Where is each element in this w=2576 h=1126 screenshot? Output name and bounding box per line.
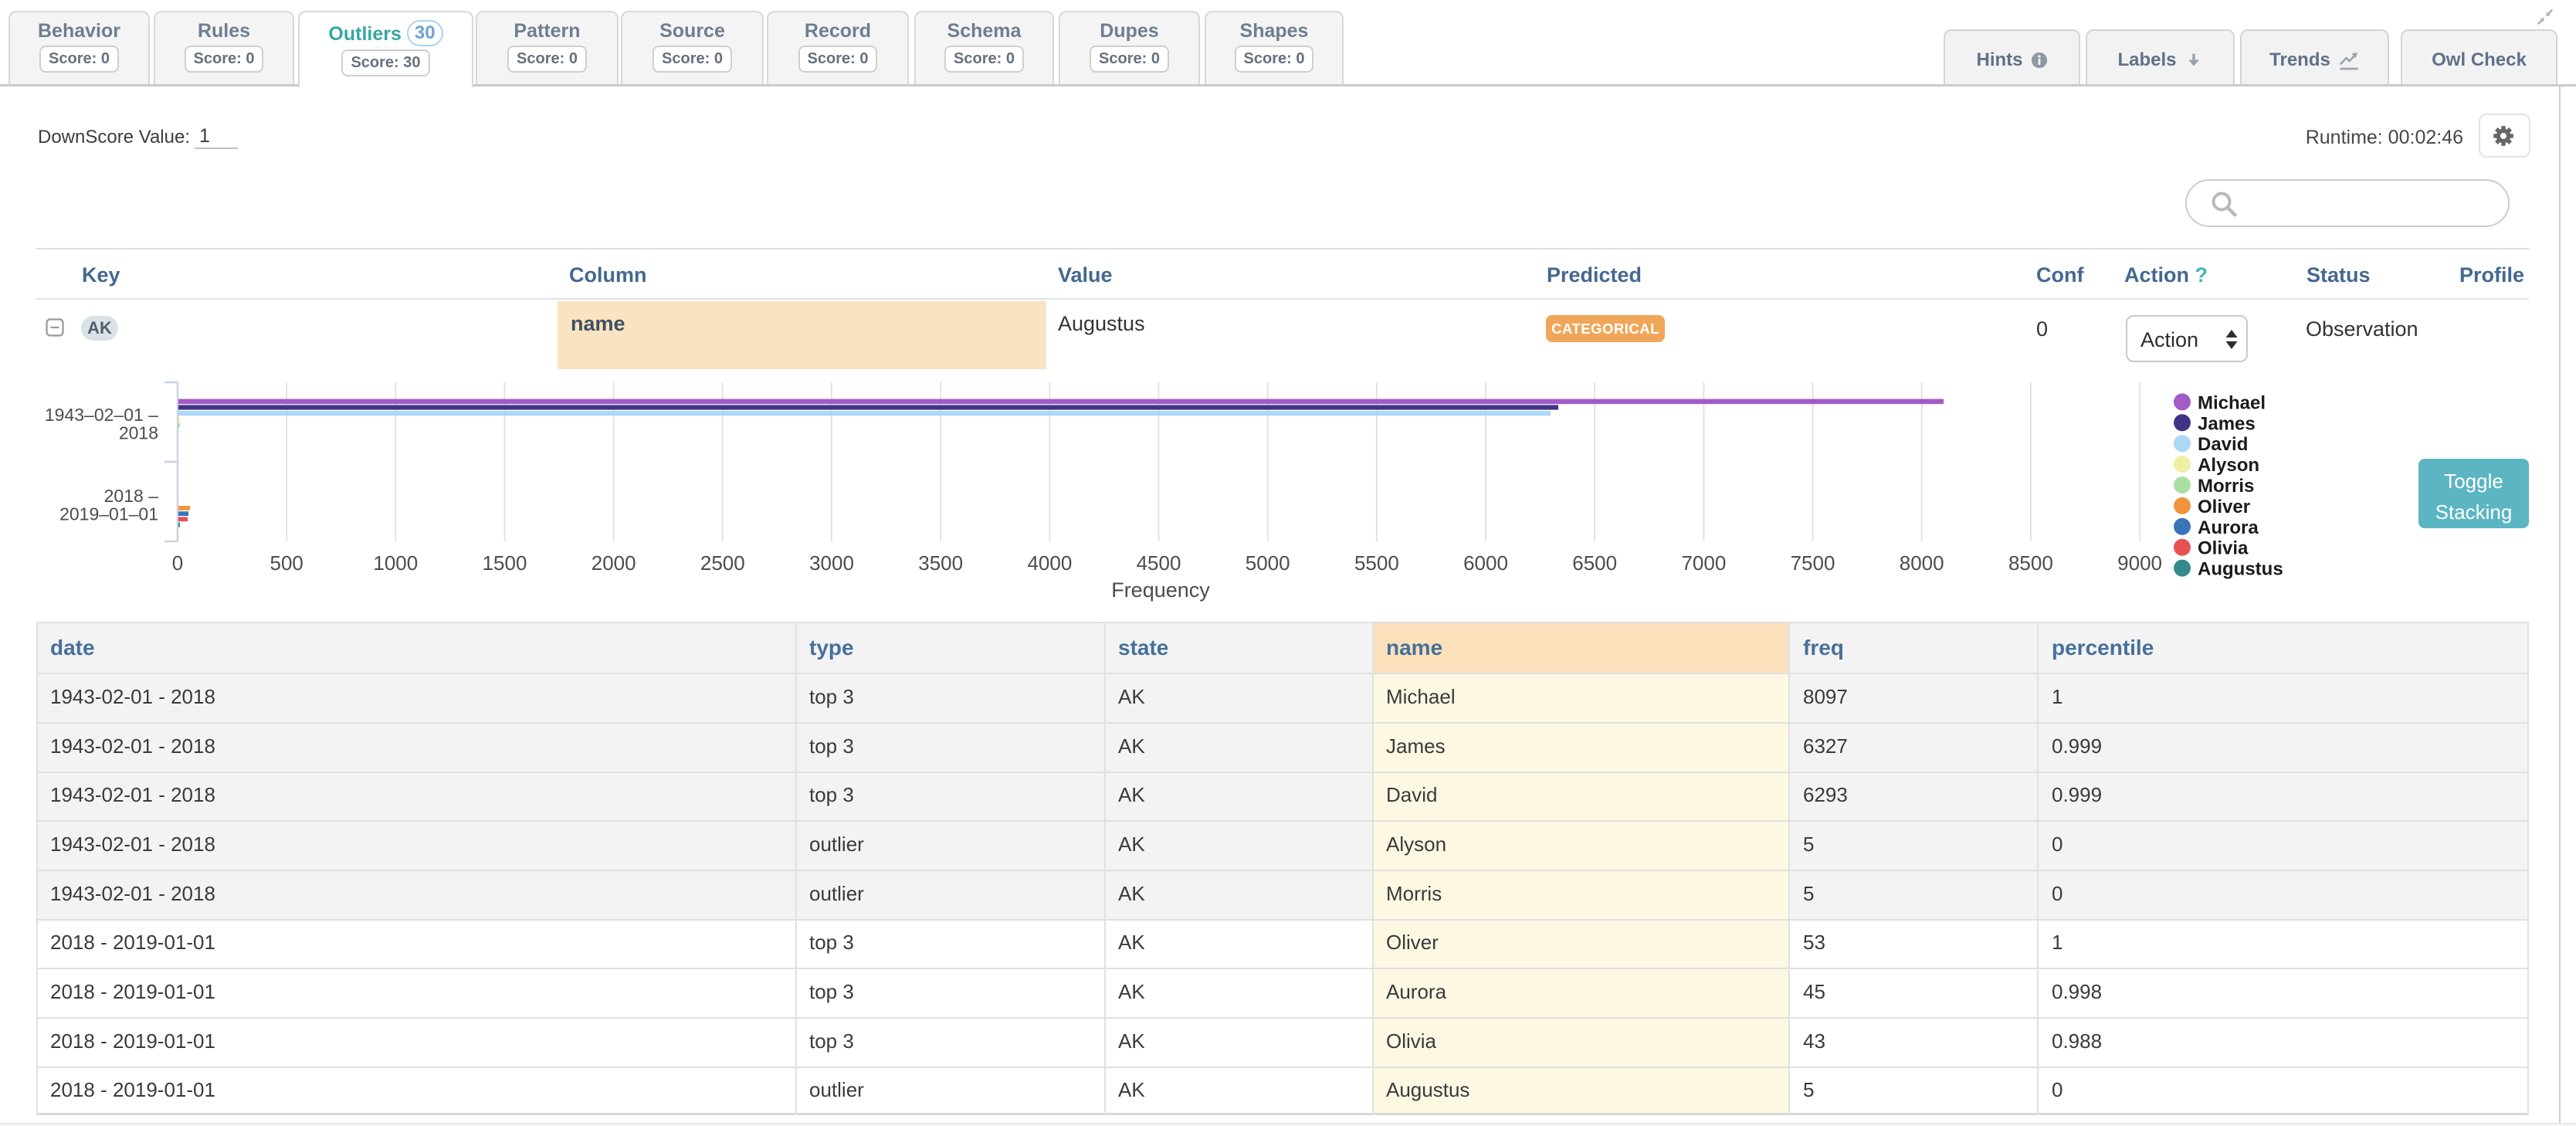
svg-text:Augustus: Augustus xyxy=(2198,559,2283,580)
svg-text:Morris: Morris xyxy=(2198,476,2254,497)
svg-text:4500: 4500 xyxy=(1137,551,1181,575)
svg-text:5000: 5000 xyxy=(1246,551,1290,575)
svg-text:6500: 6500 xyxy=(1572,551,1617,575)
svg-text:2018 –: 2018 – xyxy=(104,486,159,506)
svg-text:Michael: Michael xyxy=(2198,392,2266,413)
svg-text:3500: 3500 xyxy=(918,551,963,575)
svg-text:8000: 8000 xyxy=(1900,551,1944,575)
svg-text:1000: 1000 xyxy=(373,551,418,575)
svg-text:9000: 9000 xyxy=(2117,551,2162,575)
svg-text:2500: 2500 xyxy=(700,551,745,575)
svg-text:5500: 5500 xyxy=(1354,551,1399,575)
svg-text:Olivia: Olivia xyxy=(2198,538,2249,559)
svg-text:0: 0 xyxy=(172,551,183,575)
svg-text:Alyson: Alyson xyxy=(2198,455,2259,476)
svg-text:Aurora: Aurora xyxy=(2198,517,2259,538)
svg-text:8500: 8500 xyxy=(2008,551,2053,575)
svg-text:James: James xyxy=(2198,413,2256,434)
svg-text:Frequency: Frequency xyxy=(1111,578,1210,602)
svg-text:2019–01–01: 2019–01–01 xyxy=(59,504,158,524)
svg-text:500: 500 xyxy=(270,551,303,575)
svg-text:1500: 1500 xyxy=(483,551,527,575)
svg-text:Oliver: Oliver xyxy=(2198,497,2250,517)
svg-text:6000: 6000 xyxy=(1463,551,1508,575)
svg-text:2018: 2018 xyxy=(119,423,158,443)
svg-text:3000: 3000 xyxy=(809,551,854,575)
svg-text:7500: 7500 xyxy=(1791,551,1835,575)
svg-text:4000: 4000 xyxy=(1027,551,1072,575)
svg-text:1943–02–01 –: 1943–02–01 – xyxy=(45,405,158,425)
svg-text:David: David xyxy=(2198,434,2248,455)
svg-text:2000: 2000 xyxy=(591,551,636,575)
svg-text:7000: 7000 xyxy=(1681,551,1726,575)
